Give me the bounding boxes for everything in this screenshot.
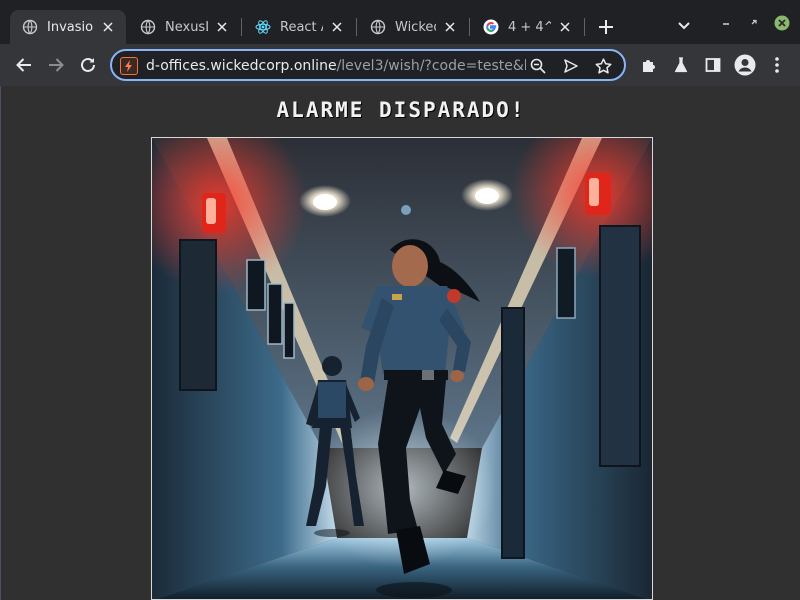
globe-icon	[140, 19, 156, 35]
globe-icon	[22, 19, 38, 35]
close-tab-icon[interactable]	[442, 19, 458, 35]
page-title: ALARME DISPARADO!	[276, 98, 526, 122]
react-icon	[255, 19, 271, 35]
back-button[interactable]	[11, 52, 37, 78]
address-bar[interactable]: d-offices.wickedcorp.online/level3/wish/…	[110, 49, 626, 81]
tab-title: Invasion	[47, 19, 94, 35]
tab-react-app[interactable]: React Ap	[243, 10, 355, 44]
security-guards-running-alarm-image	[151, 137, 653, 600]
tab-title: Wicked	[395, 19, 436, 35]
extensions-button[interactable]	[636, 52, 662, 78]
close-tab-icon[interactable]	[100, 19, 116, 35]
menu-button[interactable]	[764, 52, 790, 78]
restore-icon	[751, 19, 757, 25]
tab-nexusla[interactable]: NexusLa	[128, 10, 240, 44]
tab-search-button[interactable]	[674, 16, 694, 36]
labs-button[interactable]	[668, 52, 694, 78]
profile-button[interactable]	[732, 52, 758, 78]
tab-title: NexusLa	[165, 19, 208, 35]
url-text[interactable]: d-offices.wickedcorp.online/level3/wish/…	[146, 58, 526, 74]
tab-title: React Ap	[280, 19, 323, 35]
reload-button[interactable]	[75, 52, 101, 78]
tab-google-search[interactable]: 4 + 4^2	[471, 10, 583, 44]
url-host: d-offices.wickedcorp.online	[146, 58, 337, 74]
tab-title: 4 + 4^2	[508, 19, 551, 35]
tab-strip: Invasion NexusLa React Ap	[0, 0, 800, 46]
avatar-icon	[734, 54, 756, 76]
bookmark-star-icon[interactable]	[594, 57, 612, 75]
close-window-button[interactable]	[773, 14, 791, 32]
tab-separator	[241, 18, 242, 36]
side-panel-icon	[705, 58, 721, 72]
tab-separator	[584, 18, 585, 36]
puzzle-icon	[643, 60, 655, 72]
plus-icon	[599, 20, 613, 34]
chevron-down-icon	[678, 22, 690, 30]
zoom-icon[interactable]	[529, 57, 547, 75]
close-icon	[774, 15, 790, 31]
google-icon	[483, 19, 499, 35]
minimize-button[interactable]	[717, 14, 735, 32]
tab-wicked[interactable]: Wicked	[358, 10, 468, 44]
close-tab-icon[interactable]	[557, 19, 573, 35]
minimize-icon	[723, 23, 729, 25]
site-favicon	[120, 57, 138, 75]
new-tab-button[interactable]	[594, 15, 618, 39]
close-tab-icon[interactable]	[214, 19, 230, 35]
browser-toolbar: d-offices.wickedcorp.online/level3/wish/…	[0, 44, 800, 86]
close-tab-icon[interactable]	[329, 19, 345, 35]
side-panel-button[interactable]	[700, 52, 726, 78]
kebab-menu-icon	[775, 57, 779, 73]
url-path: /level3/wish/?code=teste&hash=	[336, 58, 526, 74]
tab-invasion[interactable]: Invasion	[10, 10, 126, 44]
forward-button[interactable]	[43, 52, 69, 78]
send-to-device-icon[interactable]	[562, 57, 580, 75]
arrow-left-icon	[16, 58, 31, 72]
browser-window: Invasion NexusLa React Ap	[0, 0, 800, 600]
tab-separator	[356, 18, 357, 36]
maximize-button[interactable]	[745, 14, 763, 32]
tab-separator	[469, 18, 470, 36]
bolt-icon	[125, 60, 132, 72]
flask-icon	[674, 57, 688, 73]
page-content: ALARME DISPARADO!	[0, 86, 800, 600]
globe-icon	[370, 19, 386, 35]
arrow-right-icon	[49, 58, 64, 72]
reload-icon	[81, 57, 95, 72]
